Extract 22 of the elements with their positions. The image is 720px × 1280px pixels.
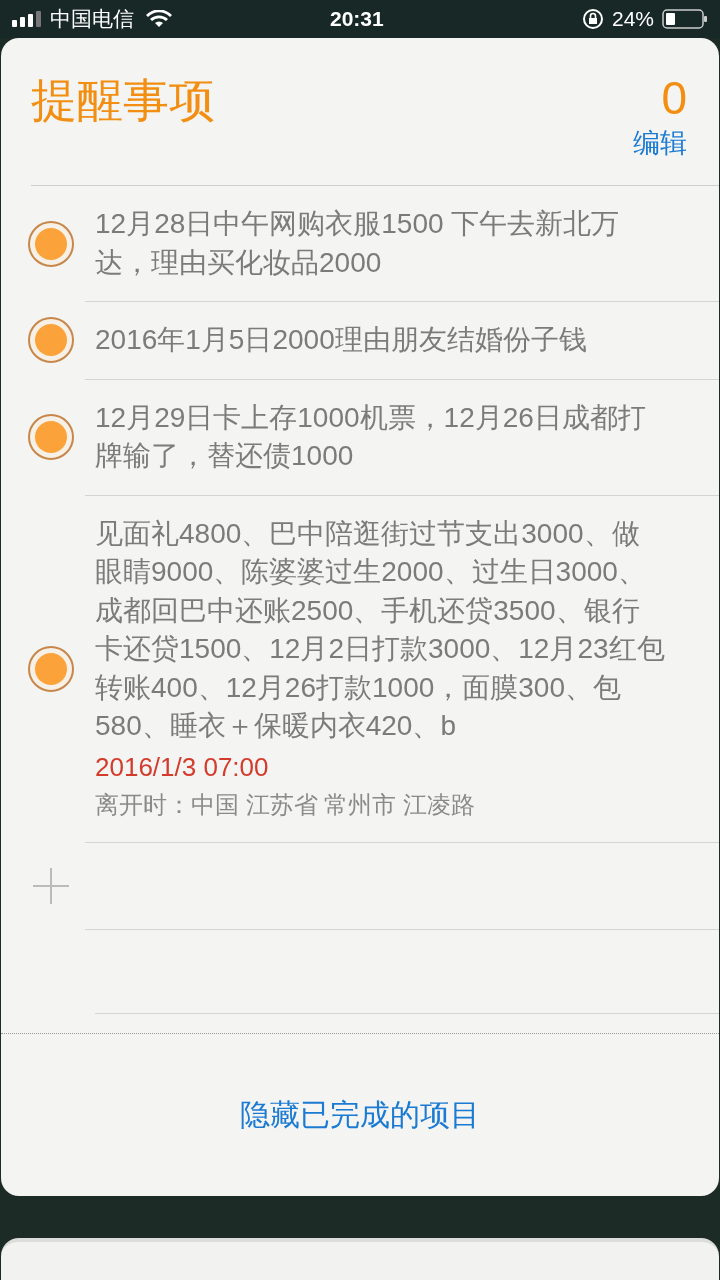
add-icon[interactable]	[33, 867, 69, 904]
edit-button[interactable]: 编辑	[633, 126, 687, 160]
hide-completed-button[interactable]: 隐藏已完成的项目	[240, 1092, 480, 1138]
battery-percent: 24%	[611, 6, 654, 33]
reminder-text: 2016年1月5日2000理由朋友结婚份子钱	[95, 323, 588, 357]
list-title: 提醒事项	[31, 73, 215, 128]
clock-time: 20:31	[330, 6, 384, 33]
reminder-count: 0	[661, 71, 687, 126]
signal-icon	[12, 11, 42, 27]
reminder-text: 12月28日中午网购衣服1500 下午去新北万达，理由买化妆品2000	[95, 207, 621, 280]
rotation-lock-icon	[581, 8, 604, 30]
reminder-text: 12月29日卡上存1000机票，12月26日成都打牌输了，替还债1000	[95, 400, 647, 473]
reminder-checkbox[interactable]	[28, 414, 74, 460]
reminder-text: 见面礼4800、巴中陪逛街过节支出3000、做眼睛9000、陈婆婆过生2000、过生日3000、成都回巴中还账2500、手机还贷3500、银行卡还贷1500、12月2日打款3000、12月23红包转账400、12月26打款1000，面膜300、包580、睡衣＋保暖内衣420、b	[95, 516, 665, 743]
battery-icon	[662, 9, 708, 29]
reminder-checkbox[interactable]	[28, 220, 74, 267]
due-date: 2016/1/3 07:00	[95, 750, 270, 784]
carrier-name: 中国电信	[50, 6, 134, 33]
reminder-checkbox[interactable]	[28, 645, 74, 692]
wifi-icon	[146, 10, 172, 28]
location-text: 离开时：中国 江苏省 常州市 江凌路	[95, 789, 476, 820]
reminder-checkbox[interactable]	[28, 317, 74, 364]
